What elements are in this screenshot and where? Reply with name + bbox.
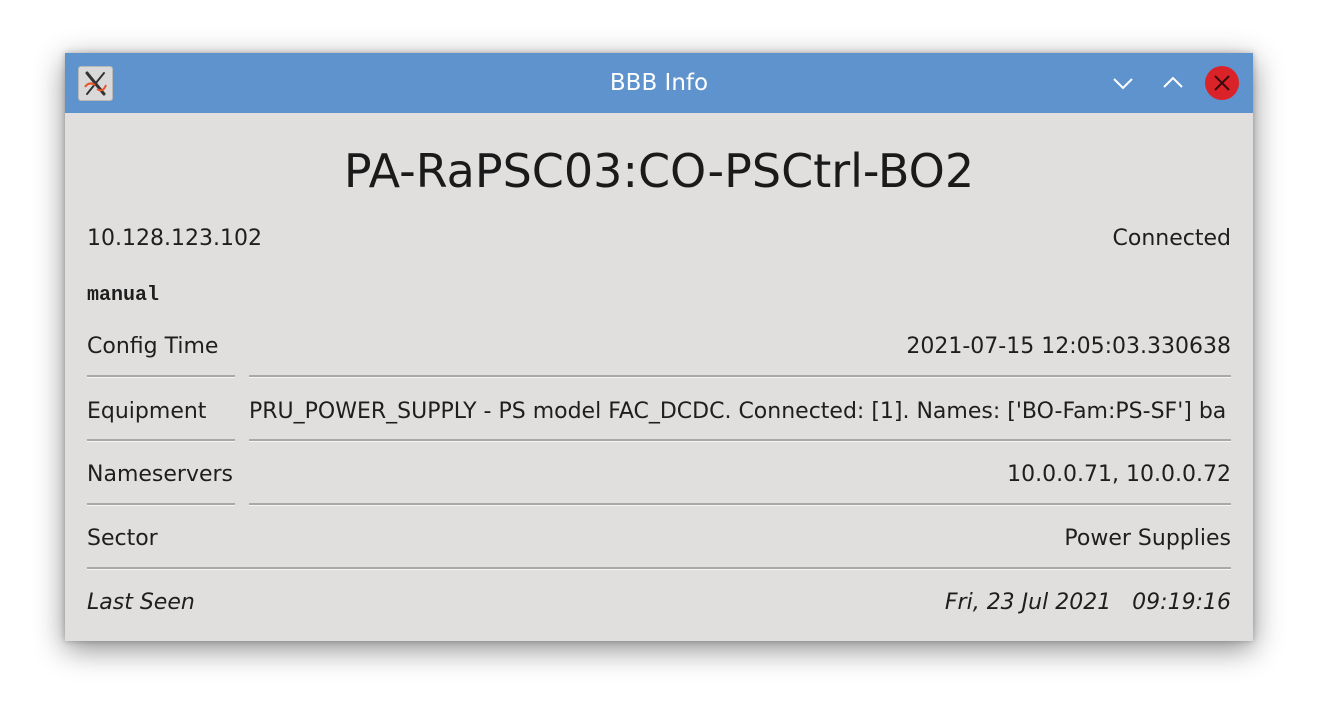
- close-icon: [1205, 66, 1239, 100]
- close-button[interactable]: [1204, 65, 1240, 101]
- divider: [249, 439, 1231, 442]
- title-bar[interactable]: BBB Info: [65, 53, 1253, 113]
- config-time-label: Config Time: [87, 334, 219, 359]
- nameservers-label: Nameservers: [87, 462, 234, 487]
- mode-label: manual: [87, 284, 160, 307]
- chevron-down-icon: [1113, 78, 1133, 90]
- divider: [87, 567, 1231, 570]
- chevron-up-icon: [1163, 76, 1183, 88]
- window-title: BBB Info: [609, 70, 709, 96]
- divider: [87, 375, 235, 378]
- maximize-button[interactable]: [1155, 65, 1191, 101]
- divider: [249, 503, 1231, 506]
- device-name-heading: PA-RaPSC03:CO-PSCtrl-BO2: [343, 144, 975, 198]
- ip-address: 10.128.123.102: [87, 226, 262, 251]
- last-seen-label: Last Seen: [87, 590, 195, 615]
- bbb-info-window: BBB Info PA-RaPSC03:CO-PSCtrl-BO2 10.128…: [65, 53, 1253, 641]
- divider: [87, 503, 235, 506]
- minimize-button[interactable]: [1105, 65, 1141, 101]
- sector-value: Power Supplies: [1064, 526, 1231, 551]
- divider: [249, 375, 1231, 378]
- divider: [87, 439, 235, 442]
- sector-label: Sector: [87, 526, 158, 551]
- equipment-label: Equipment: [87, 399, 207, 424]
- equipment-value: PRU_POWER_SUPPLY - PS model FAC_DCDC. Co…: [249, 399, 1227, 424]
- connection-status: Connected: [1112, 226, 1231, 251]
- config-time-value: 2021-07-15 12:05:03.330638: [906, 334, 1231, 359]
- nameservers-value: 10.0.0.71, 10.0.0.72: [1007, 462, 1231, 487]
- last-seen-value: Fri, 23 Jul 2021 09:19:16: [944, 590, 1231, 615]
